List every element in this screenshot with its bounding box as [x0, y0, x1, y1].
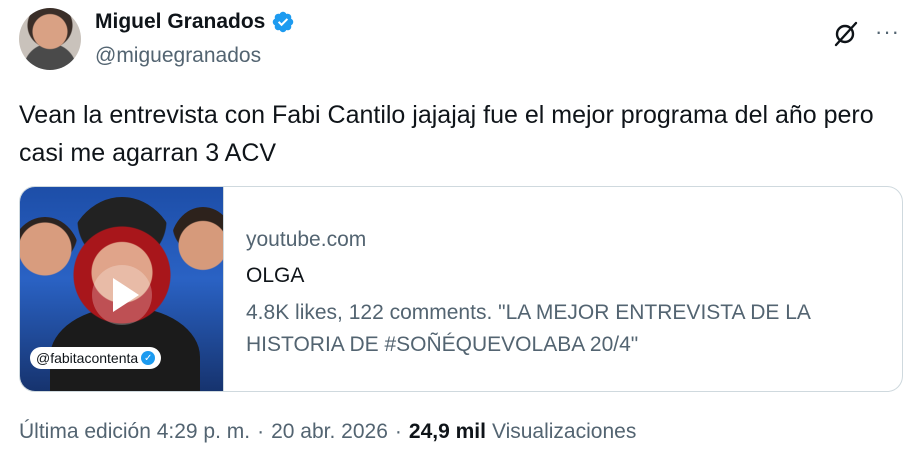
card-domain: youtube.com — [246, 228, 367, 251]
thumbnail-person-right — [170, 207, 223, 287]
edited-time[interactable]: Última edición 4:29 p. m. — [19, 420, 250, 444]
play-icon[interactable] — [92, 265, 152, 325]
thumbnail-tag: @fabitacontenta ✓ — [30, 347, 162, 369]
card-title: OLGA — [246, 264, 305, 287]
card-description: 4.8K likes, 122 comments. "LA MEJOR ENTR… — [246, 301, 810, 356]
card-info[interactable]: youtube.com OLGA 4.8K likes, 122 comment… — [224, 187, 876, 391]
grok-icon[interactable] — [832, 20, 860, 48]
views-label: Visualizaciones — [491, 420, 637, 443]
tweet-meta: Última edición 4:29 p. m. · 20 abr. 2026… — [19, 420, 636, 444]
author-display-name[interactable]: Miguel Granados — [95, 10, 265, 34]
author-handle[interactable]: @miguegranados — [95, 44, 261, 68]
meta-separator: · — [394, 420, 402, 443]
thumbnail-tag-text: @fabitacontenta — [36, 350, 139, 366]
link-card[interactable]: @fabitacontenta ✓ youtube.com OLGA 4.8K … — [19, 186, 903, 392]
author-name-row[interactable]: Miguel Granados — [95, 10, 295, 34]
more-icon[interactable]: ··· — [875, 21, 900, 43]
card-thumbnail[interactable]: @fabitacontenta ✓ — [20, 187, 224, 391]
tweet-text: Vean la entrevista con Fabi Cantilo jaja… — [19, 101, 874, 167]
tag-verified-icon: ✓ — [141, 351, 156, 365]
meta-separator: · — [257, 420, 265, 443]
verified-badge-icon — [273, 11, 294, 33]
avatar[interactable] — [19, 8, 81, 70]
post-date[interactable]: 20 abr. 2026 — [271, 420, 388, 444]
views-count: 24,9 mil — [408, 420, 486, 443]
